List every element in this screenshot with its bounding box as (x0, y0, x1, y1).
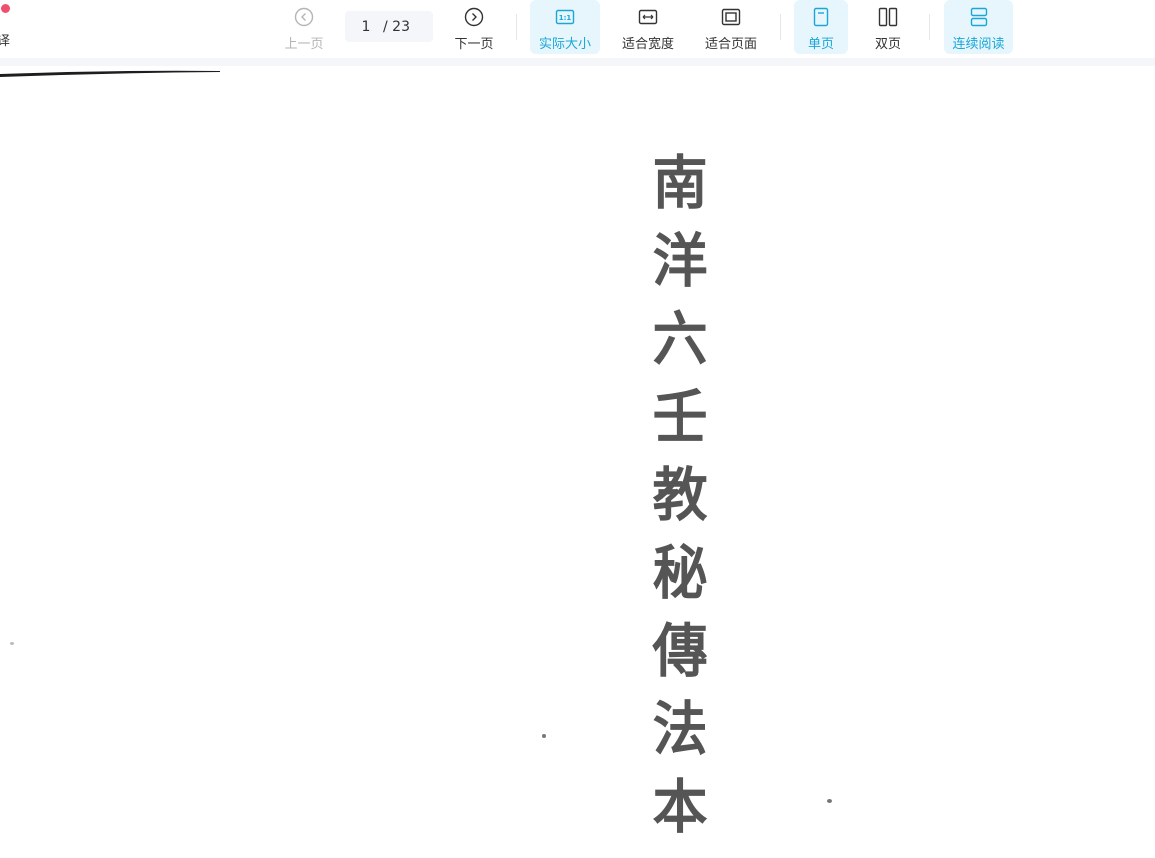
continuous-reading-label: 连续阅读 (952, 37, 1005, 52)
document-page: 南洋六壬教秘傳法本 (0, 66, 1155, 858)
double-page-label: 双页 (874, 37, 901, 52)
actual-size-button[interactable]: 1:1 实际大小 (530, 0, 600, 54)
svg-text:1:1: 1:1 (559, 14, 572, 22)
scan-speck (827, 799, 832, 803)
actual-size-icon: 1:1 (555, 9, 575, 25)
title-character: 六 (652, 305, 708, 373)
total-pages: / 23 (383, 18, 410, 35)
title-character: 教 (652, 461, 708, 529)
toolbar: 译 上一页 1 / 23 下一页 1:1 实际大小 适合宽度 适合页面 单页 双… (0, 0, 1155, 60)
current-page-input[interactable]: 1 (351, 19, 381, 35)
double-page-icon (878, 7, 898, 27)
toolbar-divider (929, 14, 930, 40)
title-character: 法 (652, 695, 708, 763)
chevron-right-circle-icon (464, 7, 484, 27)
toolbar-border (0, 58, 1155, 66)
title-character: 傳 (652, 617, 708, 685)
continuous-reading-button[interactable]: 连续阅读 (944, 0, 1013, 54)
title-character: 南 (652, 149, 708, 217)
single-page-label: 单页 (807, 37, 834, 52)
fit-page-icon (721, 8, 741, 26)
next-page-label: 下一页 (454, 37, 494, 52)
page-indicator: 1 / 23 (345, 11, 433, 42)
toolbar-divider (516, 14, 517, 40)
fit-page-label: 适合页面 (704, 37, 757, 52)
fit-width-label: 适合宽度 (621, 37, 674, 52)
prev-page-button[interactable]: 上一页 (280, 0, 328, 54)
scan-edge-stroke (0, 70, 220, 77)
document-title: 南洋六壬教秘傳法本 (640, 144, 720, 846)
title-character: 秘 (652, 539, 708, 607)
toolbar-left-label[interactable]: 译 (0, 30, 10, 49)
toolbar-divider (780, 14, 781, 40)
next-page-button[interactable]: 下一页 (450, 0, 498, 54)
continuous-scroll-icon (970, 7, 987, 27)
scan-speck (10, 642, 14, 645)
prev-page-label: 上一页 (284, 37, 324, 52)
actual-size-label: 实际大小 (538, 37, 591, 52)
title-character: 本 (652, 773, 708, 841)
chevron-left-circle-icon (294, 7, 314, 27)
title-character: 洋 (652, 227, 708, 295)
fit-width-icon (638, 9, 658, 25)
scan-speck (542, 734, 546, 738)
recording-dot-icon (1, 4, 10, 13)
fit-page-button[interactable]: 适合页面 (696, 0, 766, 54)
double-page-button[interactable]: 双页 (861, 0, 915, 54)
fit-width-button[interactable]: 适合宽度 (613, 0, 683, 54)
single-page-button[interactable]: 单页 (794, 0, 848, 54)
single-page-icon (813, 7, 829, 27)
title-character: 壬 (652, 383, 708, 451)
